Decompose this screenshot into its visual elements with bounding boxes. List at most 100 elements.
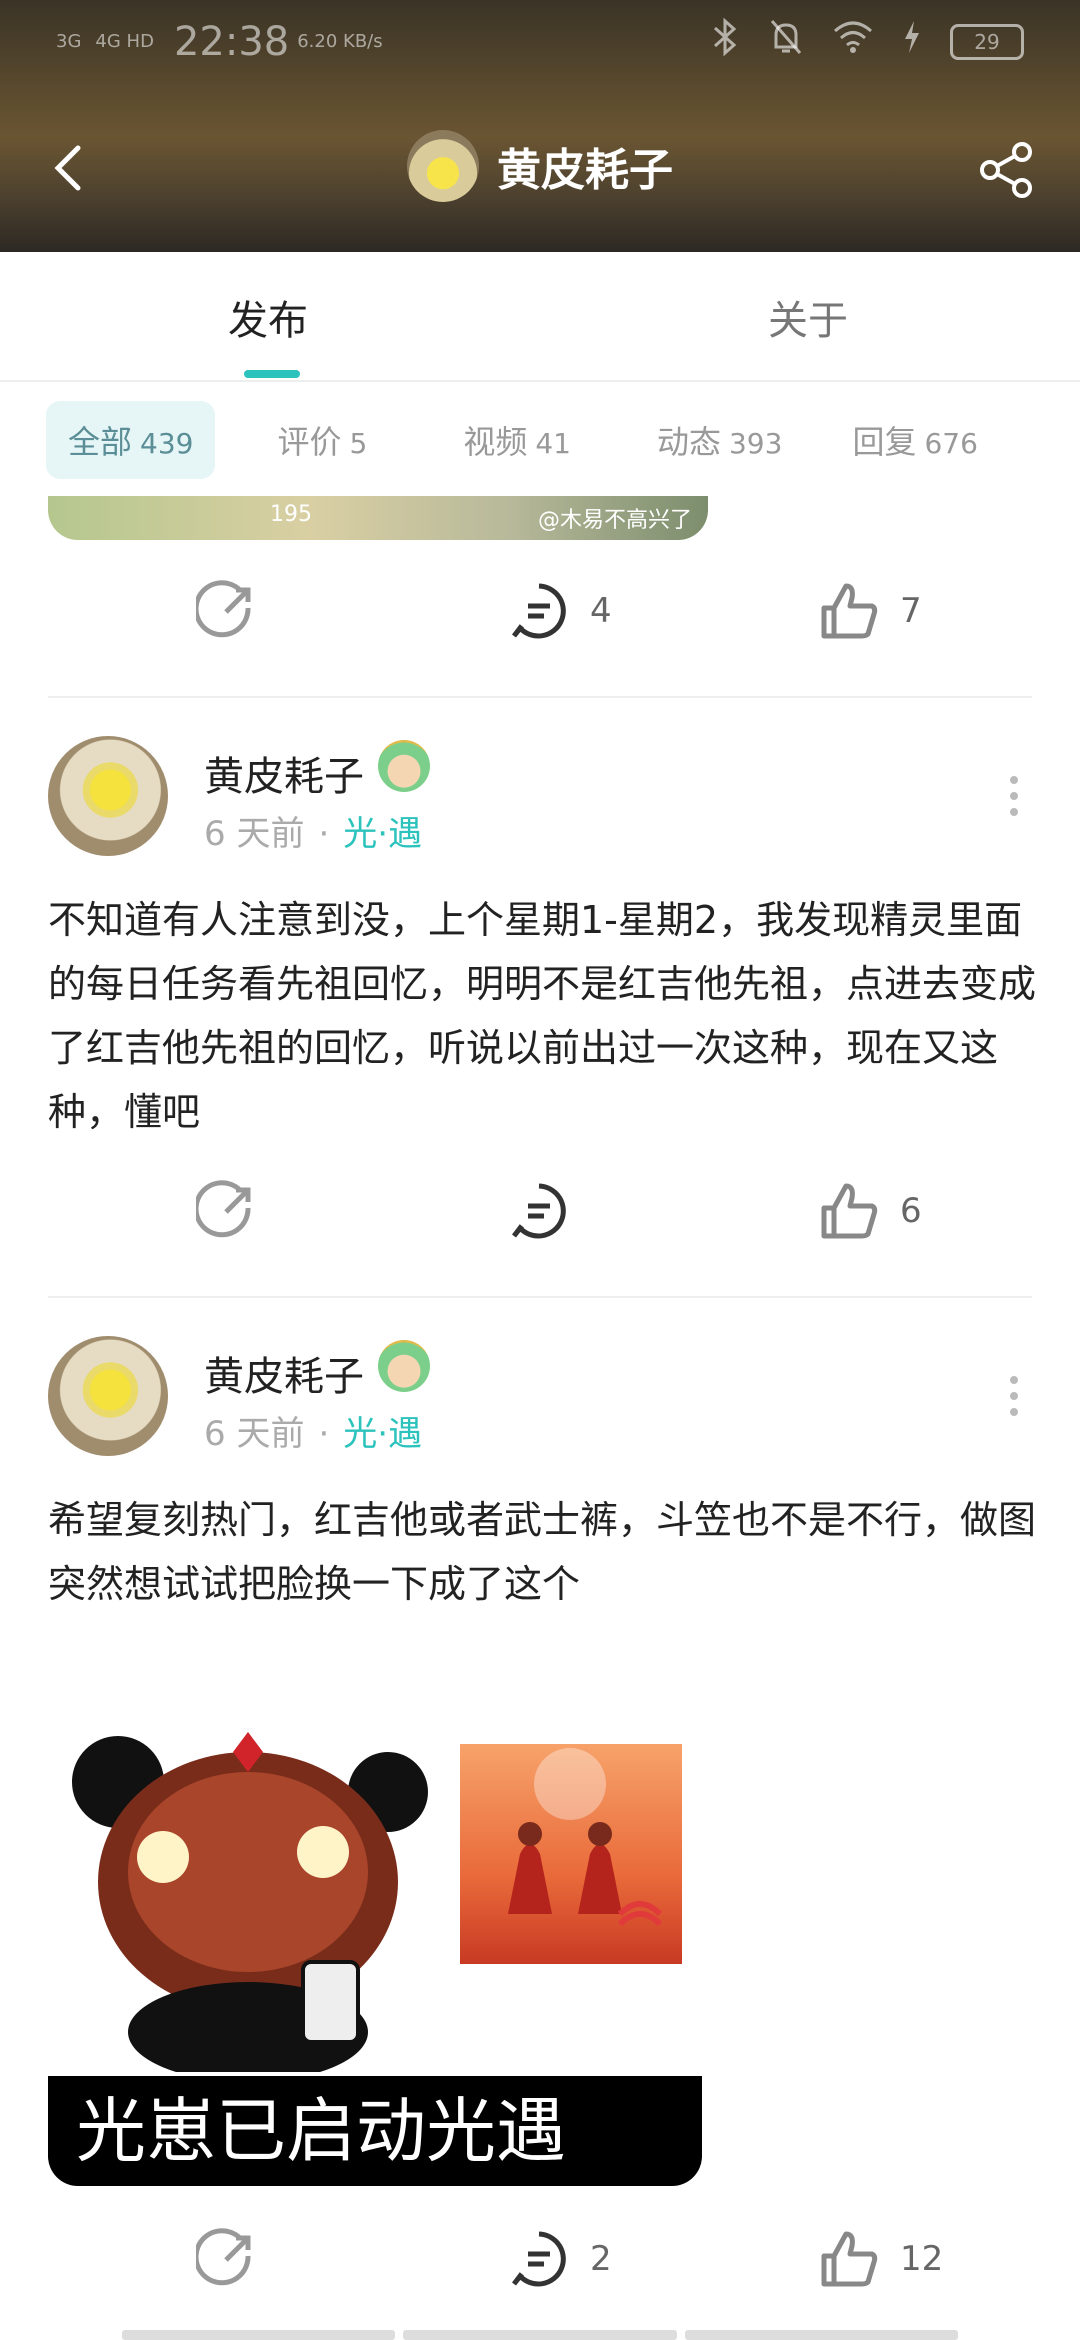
charging-icon	[902, 19, 922, 65]
dot-icon	[1010, 792, 1018, 800]
filter-count: 41	[535, 427, 571, 460]
post-meta: 6 天前 · 光·遇	[204, 1406, 422, 1455]
post-content[interactable]: 希望复刻热门，红吉他或者武士裤，斗笠也不是不行，做图突然想试试把脸换一下成了这个	[48, 1488, 1038, 1616]
forward-icon	[196, 1180, 251, 1238]
dot-icon	[1010, 776, 1018, 784]
avatar[interactable]	[48, 1336, 168, 1456]
signal-indicator: 3G	[56, 31, 82, 52]
filter-reviews[interactable]: 评价 5	[255, 401, 389, 479]
panda-meme-image	[72, 1732, 428, 2072]
image-strip-preview	[122, 2330, 958, 2340]
filter-label: 动态	[656, 423, 721, 461]
bluetooth-icon	[710, 17, 740, 67]
meta-dot: ·	[318, 814, 330, 854]
strip-segment	[684, 2330, 958, 2340]
battery-indicator: 29	[950, 24, 1024, 60]
page-title: 黄皮耗子	[497, 145, 673, 196]
author-name[interactable]: 黄皮耗子	[204, 744, 364, 802]
thumbs-up-icon	[821, 583, 878, 639]
wifi-icon	[832, 19, 874, 65]
comment-icon	[512, 2231, 566, 2287]
tab-about[interactable]: 关于	[768, 288, 848, 346]
dot-icon	[1010, 1376, 1018, 1384]
dot-icon	[1010, 1408, 1018, 1416]
forward-button[interactable]	[196, 580, 258, 642]
filter-replies[interactable]: 回复 676	[830, 401, 999, 479]
mute-bell-icon	[768, 17, 804, 67]
user-badge-icon	[378, 740, 430, 792]
like-count: 12	[900, 2239, 944, 2279]
filter-count: 393	[728, 427, 783, 460]
share-button[interactable]	[976, 140, 1036, 200]
like-count: 6	[900, 1191, 922, 1231]
comment-icon	[512, 1183, 566, 1239]
filter-count: 676	[924, 427, 978, 460]
more-options-button[interactable]	[1010, 776, 1022, 816]
topic-link[interactable]: 光·遇	[343, 814, 422, 854]
filter-label: 回复	[852, 423, 917, 461]
avatar[interactable]	[407, 130, 479, 202]
forward-button[interactable]	[196, 2228, 258, 2290]
divider	[48, 1296, 1032, 1298]
sky-game-image	[460, 1744, 682, 1964]
filter-moments[interactable]: 动态 393	[635, 401, 804, 479]
status-bar: 3G 4G HD 22:38 6.20 KB/s 29	[56, 17, 1024, 67]
strip-segment	[122, 2330, 396, 2340]
tab-posts[interactable]: 发布	[228, 288, 308, 346]
profile-tabs: 发布 关于	[0, 252, 1080, 382]
post-time: 6 天前	[204, 1414, 305, 1454]
filter-count: 5	[349, 427, 368, 460]
like-button[interactable]: 6	[818, 1180, 922, 1242]
topic-link[interactable]: 光·遇	[343, 1414, 422, 1454]
forward-button[interactable]	[196, 1180, 258, 1242]
filter-label: 评价	[277, 423, 342, 461]
author-name[interactable]: 黄皮耗子	[204, 1344, 364, 1402]
thumbs-up-icon	[821, 2231, 878, 2287]
post-image[interactable]: 195 @木易不高兴了啊	[48, 496, 708, 540]
more-options-button[interactable]	[1010, 1376, 1022, 1416]
comment-button[interactable]: 4	[508, 580, 612, 642]
post-meta: 6 天前 · 光·遇	[204, 806, 422, 855]
avatar[interactable]	[48, 736, 168, 856]
post-time: 6 天前	[204, 814, 305, 854]
filter-videos[interactable]: 视频 41	[441, 401, 593, 479]
post-header: 黄皮耗子 6 天前 · 光·遇	[48, 736, 1032, 856]
strip-segment	[403, 2330, 677, 2340]
comment-button[interactable]	[508, 1180, 590, 1242]
share-icon	[980, 142, 1032, 198]
image-watermark: @木易不高兴了啊	[538, 508, 693, 533]
meta-dot: ·	[318, 1414, 330, 1454]
comment-icon	[512, 583, 566, 639]
comment-count: 2	[590, 2239, 612, 2279]
image-caption: 光崽已启动光遇	[48, 2076, 702, 2186]
like-button[interactable]: 7	[818, 580, 922, 642]
filter-bar: 全部 439 评价 5 视频 41 动态 393 回复 676	[46, 401, 1044, 479]
user-badge-icon	[378, 1340, 430, 1392]
filter-label: 视频	[463, 423, 528, 461]
like-button[interactable]: 12	[818, 2228, 943, 2290]
signal-indicator-2: 4G HD	[95, 31, 154, 52]
profile-header: 3G 4G HD 22:38 6.20 KB/s 29 黄皮耗子	[0, 0, 1080, 252]
network-rate: 6.20 KB/s	[297, 31, 383, 52]
clock: 22:38	[173, 19, 290, 65]
filter-label: 全部	[68, 423, 133, 461]
filter-count: 439	[140, 427, 194, 460]
thumbs-up-icon	[821, 1183, 878, 1239]
post-content[interactable]: 不知道有人注意到没，上个星期1-星期2，我发现精灵里面的每日任务看先祖回忆，明明…	[48, 888, 1038, 1144]
image-text: 195	[270, 502, 312, 527]
comment-count: 4	[590, 591, 612, 631]
nav-bar: 黄皮耗子	[0, 120, 1080, 216]
comment-button[interactable]: 2	[508, 2228, 612, 2290]
dot-icon	[1010, 1392, 1018, 1400]
like-count: 7	[900, 591, 922, 631]
post-actions: 6	[0, 1180, 1080, 1260]
post-image[interactable]: 光崽已启动光遇	[48, 1732, 702, 2186]
forward-icon	[196, 2228, 251, 2286]
filter-all[interactable]: 全部 439	[46, 401, 216, 479]
post-actions: 4 7	[0, 580, 1080, 660]
post-header: 黄皮耗子 6 天前 · 光·遇	[48, 1336, 1032, 1456]
forward-icon	[196, 580, 251, 638]
divider	[48, 696, 1032, 698]
tab-indicator	[244, 370, 300, 378]
dot-icon	[1010, 808, 1018, 816]
